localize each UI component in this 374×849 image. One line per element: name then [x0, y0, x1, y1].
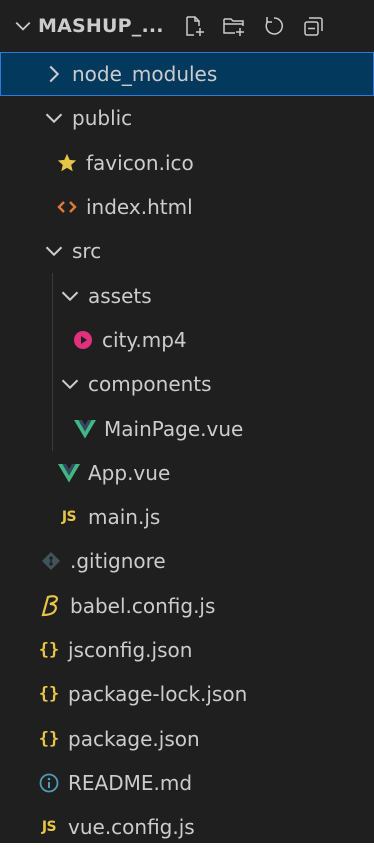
- json-icon: {}: [38, 728, 60, 749]
- explorer-panel: MASHUP_... node_modules public favicon.i…: [0, 0, 374, 843]
- tree-file-package-lock[interactable]: {} package-lock.json: [0, 672, 374, 716]
- tree-item-label: README.md: [68, 770, 193, 795]
- tree-item-label: package.json: [68, 726, 200, 751]
- tree-file-readme[interactable]: README.md: [0, 761, 374, 805]
- tree-item-label: jsconfig.json: [68, 638, 193, 662]
- tree-item-label: index.html: [86, 195, 193, 220]
- tree-folder-components[interactable]: components: [0, 362, 374, 407]
- tree-file-mainpage-vue[interactable]: MainPage.vue: [0, 406, 374, 451]
- chevron-down-icon[interactable]: [44, 241, 64, 261]
- indent-guide: [52, 317, 53, 363]
- chevron-down-icon[interactable]: [60, 286, 80, 306]
- header-actions: [182, 14, 326, 38]
- tree-folder-node-modules[interactable]: node_modules: [0, 52, 374, 97]
- tree-file-city-mp4[interactable]: city.mp4: [0, 317, 374, 363]
- tree-file-favicon[interactable]: favicon.ico: [0, 141, 374, 185]
- tree-file-main-js[interactable]: JS main.js: [0, 495, 374, 539]
- video-file-icon: [72, 329, 94, 351]
- tree-item-label: babel.config.js: [70, 593, 216, 618]
- vue-icon: [58, 462, 80, 484]
- tree-file-vue-config[interactable]: JS vue.config.js: [0, 805, 374, 849]
- tree-file-babel-config[interactable]: babel.config.js: [0, 584, 374, 628]
- star-icon: [56, 152, 78, 174]
- babel-icon: [40, 594, 62, 617]
- indent-guide: [52, 273, 53, 318]
- tree-item-label: vue.config.js: [68, 815, 195, 840]
- tree-item-label: App.vue: [88, 460, 171, 485]
- tree-item-label: node_modules: [72, 62, 218, 87]
- tree-item-label: package-lock.json: [68, 682, 248, 707]
- indent-guide: [52, 406, 53, 451]
- tree-file-jsconfig[interactable]: {} jsconfig.json: [0, 628, 374, 672]
- tree-folder-public[interactable]: public: [0, 96, 374, 140]
- chevron-right-icon[interactable]: [44, 64, 64, 84]
- tree-item-label: src: [72, 239, 102, 264]
- tree-item-label: public: [72, 106, 133, 131]
- new-file-icon[interactable]: [182, 14, 206, 38]
- tree-item-label: assets: [88, 283, 152, 308]
- tree-item-label: main.js: [88, 505, 161, 530]
- html-icon: [56, 196, 78, 218]
- tree-folder-src[interactable]: src: [0, 229, 374, 273]
- tree-item-label: city.mp4: [102, 327, 187, 352]
- git-icon: [40, 550, 62, 572]
- tree-folder-assets[interactable]: assets: [0, 273, 374, 318]
- indent-guide: [52, 362, 53, 407]
- tree-item-label: MainPage.vue: [104, 416, 244, 441]
- chevron-down-icon[interactable]: [44, 108, 64, 128]
- javascript-icon: JS: [41, 819, 57, 836]
- tree-file-gitignore[interactable]: .gitignore: [0, 539, 374, 583]
- tree-file-app-vue[interactable]: App.vue: [0, 451, 374, 495]
- json-icon: {}: [38, 640, 60, 660]
- workspace-title[interactable]: MASHUP_...: [38, 15, 164, 37]
- tree-item-label: favicon.ico: [86, 150, 194, 175]
- info-icon: [38, 772, 60, 794]
- refresh-icon[interactable]: [262, 14, 286, 38]
- chevron-down-icon[interactable]: [14, 17, 32, 35]
- tree-item-label: components: [88, 372, 212, 397]
- collapse-all-icon[interactable]: [302, 14, 326, 38]
- chevron-down-icon[interactable]: [60, 374, 80, 394]
- explorer-header: MASHUP_...: [0, 0, 374, 52]
- new-folder-icon[interactable]: [222, 14, 246, 38]
- json-icon: {}: [38, 684, 60, 705]
- tree-file-package-json[interactable]: {} package.json: [0, 716, 374, 760]
- vue-icon: [74, 418, 96, 440]
- javascript-icon: JS: [61, 509, 77, 526]
- tree-file-index-html[interactable]: index.html: [0, 185, 374, 229]
- tree-item-label: .gitignore: [70, 549, 166, 574]
